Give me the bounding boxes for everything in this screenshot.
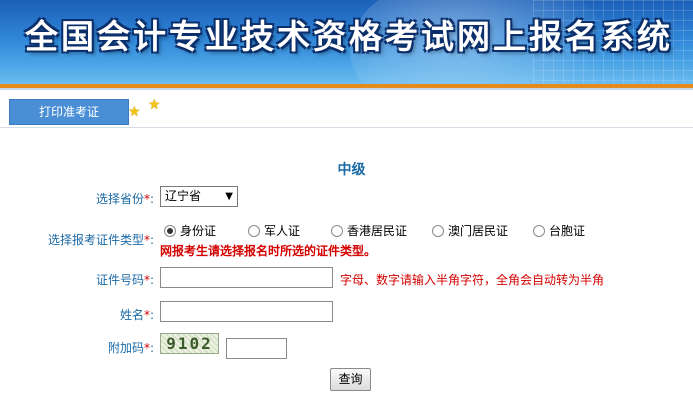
captcha-label: 附加码*:: [107, 341, 154, 355]
dropdown-arrow-icon: ▼: [225, 191, 233, 202]
star-icon: ★: [128, 104, 141, 120]
name-label: 姓名*:: [119, 308, 154, 322]
radio-hk-resident[interactable]: 香港居民证: [331, 222, 407, 239]
id-number-label: 证件号码*:: [95, 273, 154, 287]
id-type-label: 选择报考证件类型*:: [47, 233, 154, 247]
banner-stripe-light: [0, 88, 693, 90]
query-button[interactable]: 查询: [330, 368, 371, 391]
tab-bar: 打印准考证: [0, 96, 693, 128]
id-number-hint: 字母、数字请输入半角字符，全角会自动转为半角: [340, 273, 605, 287]
system-title: 全国会计专业技术资格考试网上报名系统: [25, 17, 673, 56]
id-type-warning: 网报考生请选择报名时所选的证件类型。: [160, 244, 377, 258]
id-type-radio-group: 身份证 军人证 香港居民证 澳门居民证 台胞证: [164, 222, 684, 240]
radio-military-id[interactable]: 军人证: [248, 222, 300, 239]
star-icon: ★: [148, 97, 161, 113]
province-select[interactable]: 辽宁省 ▼: [160, 186, 238, 207]
radio-id-card[interactable]: 身份证: [164, 222, 216, 239]
radio-button[interactable]: [331, 224, 343, 237]
header-banner: 全国会计专业技术资格考试网上报名系统: [0, 0, 693, 84]
exam-level-title: 中级: [337, 162, 366, 178]
id-number-input[interactable]: [160, 267, 333, 288]
radio-macao-resident[interactable]: 澳门居民证: [432, 222, 508, 239]
radio-button[interactable]: [248, 224, 260, 237]
radio-taiwan-compatriot[interactable]: 台胞证: [533, 222, 585, 239]
name-input[interactable]: [160, 301, 333, 322]
radio-button-selected[interactable]: [164, 224, 176, 237]
province-select-value: 辽宁省: [165, 189, 202, 203]
radio-button[interactable]: [533, 224, 545, 237]
province-label: 选择省份*:: [95, 192, 154, 206]
tab-print-admission[interactable]: 打印准考证: [9, 99, 129, 125]
radio-button[interactable]: [432, 224, 444, 237]
captcha-input[interactable]: [226, 338, 287, 359]
captcha-image[interactable]: 9102: [160, 333, 219, 354]
